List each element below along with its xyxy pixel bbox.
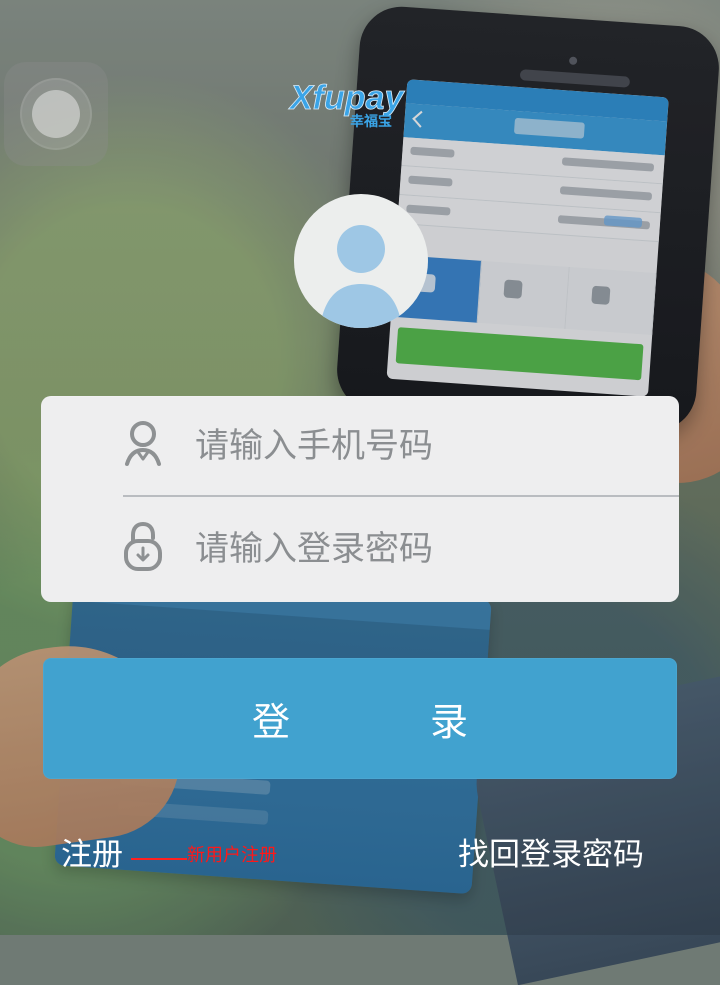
- field-divider: [123, 495, 679, 497]
- phone-input[interactable]: [195, 422, 655, 470]
- phone-field: [41, 396, 679, 498]
- register-annotation-text: 新用户注册: [187, 845, 277, 866]
- password-input[interactable]: [195, 525, 655, 573]
- user-avatar-icon: [294, 194, 428, 328]
- login-button[interactable]: 登 录: [43, 658, 677, 779]
- assistive-touch-icon[interactable]: [4, 62, 108, 166]
- register-annotation-line: [131, 858, 187, 860]
- forgot-password-link[interactable]: 找回登录密码: [458, 840, 644, 871]
- register-link[interactable]: 注册: [61, 840, 123, 871]
- brand-logo: Xfupay 幸福宝: [286, 78, 440, 130]
- password-field: [41, 500, 679, 602]
- user-icon: [119, 419, 167, 473]
- logo-subtitle: 幸福宝: [350, 113, 392, 130]
- logo-text: Xfupay: [288, 79, 405, 117]
- lock-icon: [119, 520, 167, 574]
- login-form: [41, 396, 679, 602]
